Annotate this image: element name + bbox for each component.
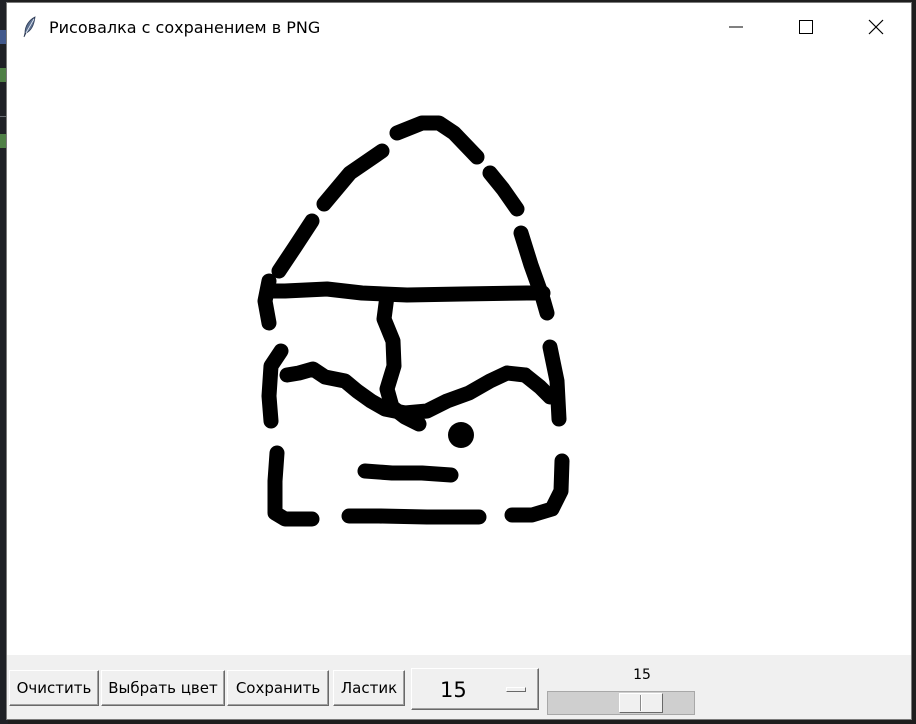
maximize-icon	[799, 20, 813, 34]
stroke	[341, 508, 487, 525]
stroke	[504, 453, 570, 523]
app-window: Рисовалка с сохранением в PNG Очистить В…	[6, 2, 912, 720]
stroke	[316, 143, 390, 212]
window-controls	[701, 3, 911, 51]
stroke	[279, 361, 533, 421]
drawing-canvas[interactable]	[7, 51, 911, 655]
brush-size-slider[interactable]	[547, 691, 695, 715]
window-title: Рисовалка с сохранением в PNG	[49, 17, 321, 37]
bottom-toolbar: Очистить Выбрать цвет Сохранить Ластик 1…	[7, 655, 911, 719]
stroke	[357, 463, 459, 483]
maximize-button[interactable]	[771, 3, 841, 51]
stroke	[261, 343, 289, 429]
brush-size-value: 15	[440, 678, 467, 702]
minimize-button[interactable]	[701, 3, 771, 51]
stroke	[271, 213, 320, 279]
stroke	[261, 281, 551, 303]
title-bar[interactable]: Рисовалка с сохранением в PNG	[7, 3, 911, 51]
brush-size-dropdown[interactable]: 15	[411, 668, 539, 710]
stroke	[517, 367, 558, 405]
stroke	[389, 115, 485, 165]
canvas-drawing	[257, 115, 570, 527]
close-button[interactable]	[841, 3, 911, 51]
eraser-button[interactable]: Ластик	[333, 670, 405, 706]
brush-size-scale-value: 15	[633, 667, 651, 683]
stroke	[267, 445, 320, 527]
stroke	[542, 339, 567, 427]
choose-color-button[interactable]: Выбрать цвет	[101, 670, 225, 706]
feather-icon	[21, 16, 39, 38]
clear-button[interactable]: Очистить	[9, 670, 99, 706]
save-button[interactable]: Сохранить	[227, 670, 329, 706]
stroke	[482, 165, 525, 217]
stroke	[513, 225, 549, 301]
eye-dot	[448, 422, 474, 448]
stroke	[535, 291, 555, 321]
slider-thumb[interactable]	[619, 693, 663, 713]
close-icon	[868, 19, 884, 35]
minimize-icon	[729, 26, 743, 28]
dropdown-indicator-icon	[506, 687, 526, 692]
